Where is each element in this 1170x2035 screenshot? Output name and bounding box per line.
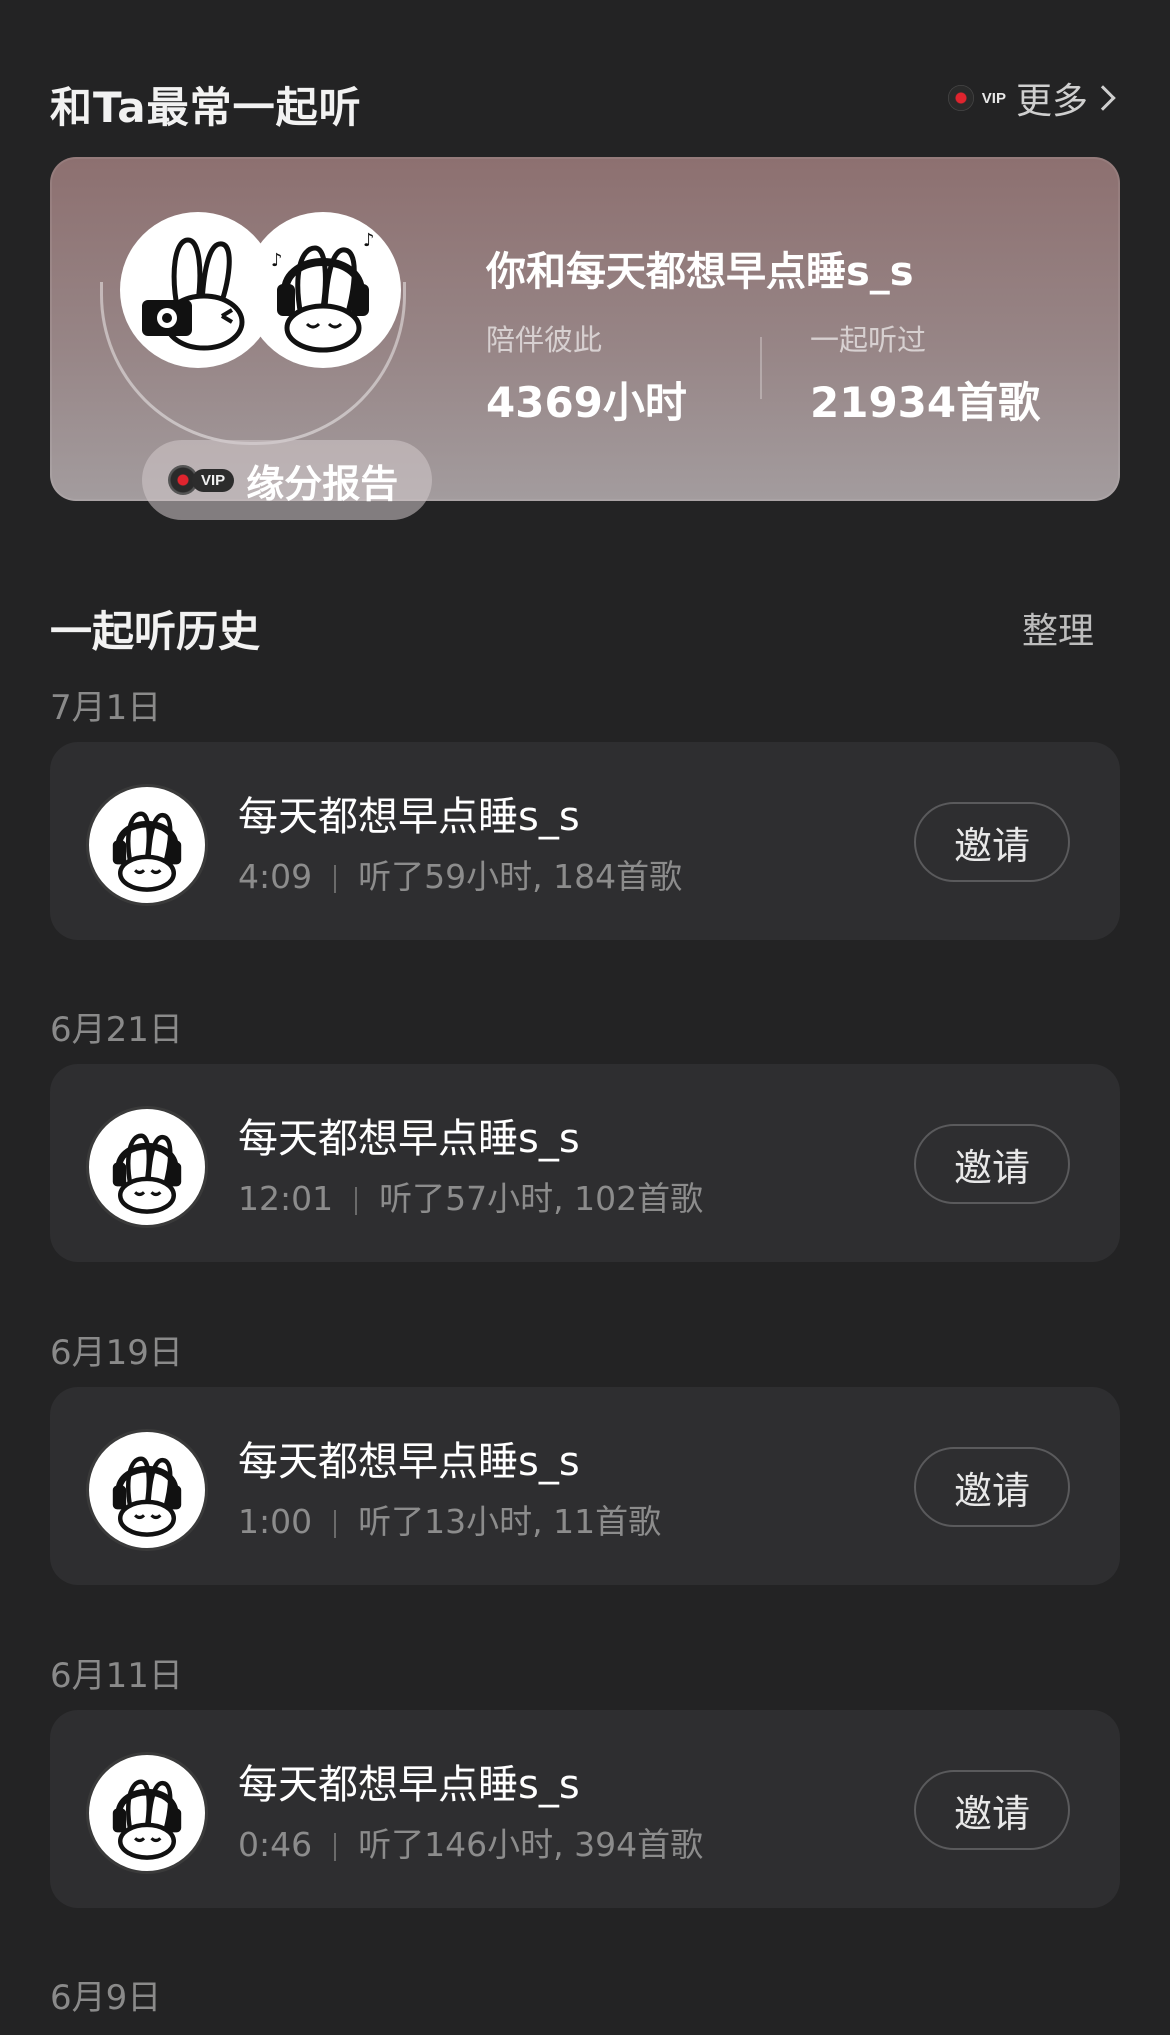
rabbit-headphones-illustration — [112, 1779, 182, 1860]
listen-together-banner[interactable]: ♪ ♪ VIP 缘分报告 你和每天都想早点睡s_s 陪伴彼此 4369小时 一起… — [50, 157, 1120, 520]
date-label: 6月19日 — [50, 1333, 183, 1373]
invite-button[interactable]: 邀请 — [914, 1124, 1070, 1204]
history-entry[interactable]: 每天都想早点睡s_s 0:46 听了146小时, 394首歌 邀请 — [50, 1710, 1120, 1908]
stat-label: 一起听过 — [810, 323, 927, 357]
invite-button[interactable]: 邀请 — [914, 1770, 1070, 1850]
listen-time: 0:46 — [238, 1825, 313, 1864]
stat-divider — [760, 337, 762, 399]
listen-summary: 听了57小时, 102首歌 — [379, 1179, 704, 1218]
divider — [334, 1509, 337, 1538]
more-button[interactable]: VIP 更多 — [947, 76, 1120, 122]
history-title: 一起听历史 — [50, 607, 261, 656]
chevron-right-icon — [1090, 85, 1116, 111]
stat-value: 4369小时 — [486, 378, 687, 427]
date-label: 7月1日 — [50, 688, 162, 728]
vip-badge: VIP — [192, 468, 235, 492]
history-header: 一起听历史 整理 — [50, 598, 1120, 658]
fate-report-label: 缘分报告 — [246, 461, 399, 506]
listen-time: 12:01 — [238, 1179, 334, 1218]
banner-title: 你和每天都想早点睡s_s — [486, 249, 914, 295]
history-entry[interactable]: 每天都想早点睡s_s 4:09 听了59小时, 184首歌 邀请 — [50, 742, 1120, 940]
stat-label: 陪伴彼此 — [486, 323, 603, 357]
divider — [334, 1832, 337, 1861]
history-entry[interactable]: 每天都想早点睡s_s 12:01 听了57小时, 102首歌 邀请 — [50, 1064, 1120, 1262]
listen-summary: 听了146小时, 394首歌 — [358, 1825, 704, 1864]
entry-meta: 0:46 听了146小时, 394首歌 — [238, 1818, 703, 1866]
more-label: 更多 — [1015, 81, 1088, 122]
rabbit-headphones-illustration — [112, 1456, 182, 1537]
organize-button[interactable]: 整理 — [1022, 602, 1094, 654]
date-label: 6月21日 — [50, 1010, 183, 1050]
svg-text:♪: ♪ — [363, 230, 375, 251]
friend-avatar — [86, 1106, 208, 1228]
entry-meta: 4:09 听了59小时, 184首歌 — [238, 850, 682, 898]
entry-meta: 1:00 听了13小时, 11首歌 — [238, 1495, 661, 1543]
friend-name: 每天都想早点睡s_s — [238, 794, 580, 840]
listen-summary: 听了13小时, 11首歌 — [358, 1502, 662, 1541]
listen-time: 1:00 — [238, 1502, 313, 1541]
section-title: 和Ta最常一起听 — [50, 83, 362, 132]
vinyl-record-icon — [947, 85, 974, 111]
invite-button[interactable]: 邀请 — [914, 1447, 1070, 1527]
stat-songs-listened: 一起听过 21934首歌 — [810, 317, 1040, 430]
friend-name: 每天都想早点睡s_s — [238, 1116, 580, 1162]
top-header: 和Ta最常一起听 VIP 更多 — [50, 70, 1120, 132]
rabbit-headphones-illustration — [112, 811, 182, 892]
friend-avatar — [86, 1429, 208, 1551]
friend-name: 每天都想早点睡s_s — [238, 1439, 580, 1485]
friend-avatar: ♪ ♪ — [245, 212, 401, 368]
stat-companion-hours: 陪伴彼此 4369小时 — [486, 317, 687, 430]
date-label: 6月11日 — [50, 1656, 183, 1696]
divider — [355, 1186, 358, 1215]
date-label: 6月9日 — [50, 1978, 162, 2018]
vip-badge: VIP — [981, 89, 1006, 107]
pair-avatars: ♪ ♪ VIP 缘分报告 — [100, 212, 432, 520]
listen-summary: 听了59小时, 184首歌 — [358, 857, 683, 896]
entry-meta: 12:01 听了57小时, 102首歌 — [238, 1172, 703, 1220]
history-entry[interactable]: 每天都想早点睡s_s 1:00 听了13小时, 11首歌 邀请 — [50, 1387, 1120, 1585]
friend-avatar — [86, 784, 208, 906]
rabbit-headphones-illustration: ♪ ♪ — [271, 230, 375, 353]
rabbit-headphones-illustration — [112, 1133, 182, 1214]
friend-avatar — [86, 1752, 208, 1874]
svg-text:♪: ♪ — [271, 250, 283, 271]
listen-time: 4:09 — [238, 857, 313, 896]
stat-value: 21934首歌 — [810, 378, 1041, 427]
invite-button[interactable]: 邀请 — [914, 802, 1070, 882]
friend-name: 每天都想早点睡s_s — [238, 1762, 580, 1808]
fate-report-button[interactable]: VIP 缘分报告 — [142, 440, 432, 520]
divider — [334, 864, 337, 893]
